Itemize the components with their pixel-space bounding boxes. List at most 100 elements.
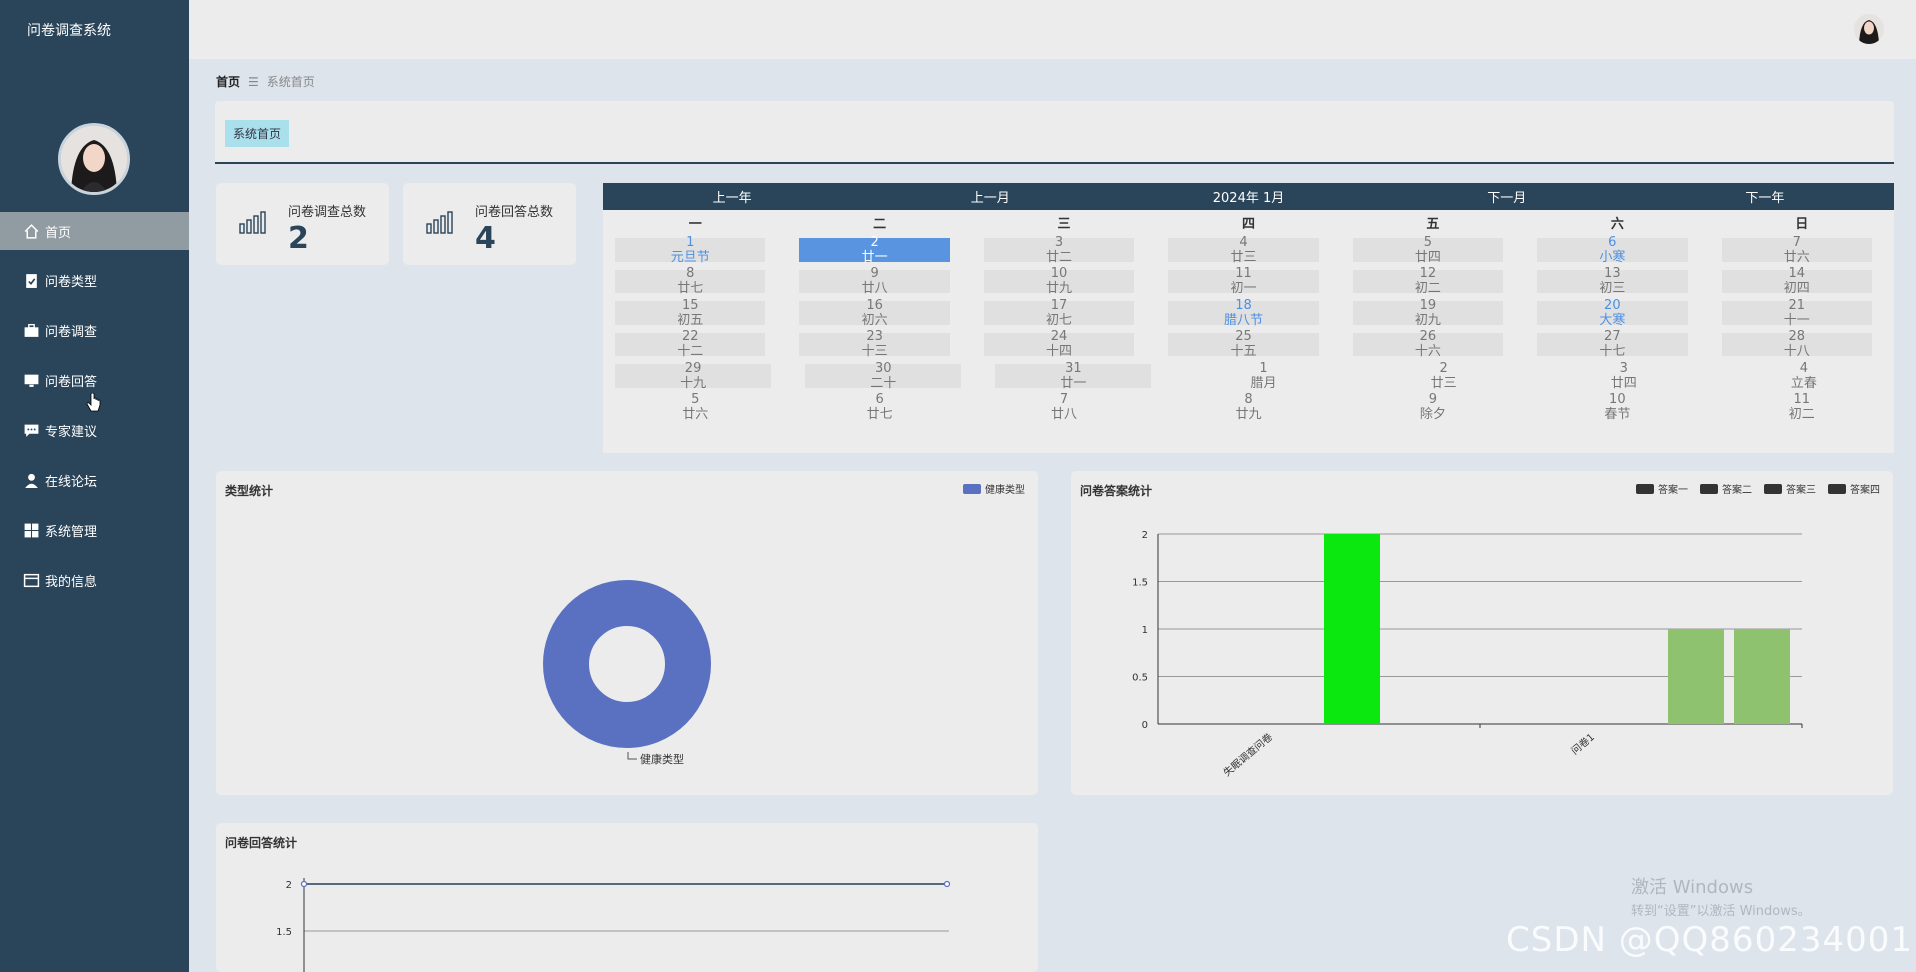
sidebar-item-home[interactable]: 首页	[0, 212, 189, 250]
breadcrumb-separator: ☰	[248, 74, 259, 89]
calendar-day[interactable]: 2 廿三	[1366, 360, 1522, 392]
calendar-day[interactable]: 8 廿九	[1168, 392, 1328, 424]
day-number: 28	[1788, 329, 1806, 345]
stat-card-answers: 问卷回答总数 4	[403, 183, 576, 265]
user-avatar[interactable]	[1854, 14, 1884, 44]
stat-label: 问卷调查总数	[288, 205, 367, 220]
calendar-day[interactable]: 7 廿八	[984, 392, 1144, 424]
bar	[1734, 629, 1790, 724]
day-number: 22	[681, 329, 699, 345]
y-tick-label: 1	[1142, 625, 1148, 636]
day-number: 29	[684, 360, 702, 376]
calendar-day[interactable]: 10 廿九	[983, 266, 1135, 296]
sidebar-item-system[interactable]: 系统管理	[0, 511, 189, 550]
lunar-label: 初七	[1046, 312, 1073, 328]
lunar-label: 小寒	[1599, 249, 1626, 265]
calendar-day[interactable]: 28 十八	[1721, 329, 1872, 360]
sidebar-item-label: 问卷调查	[45, 325, 98, 340]
calendar-day[interactable]: 16 初六	[799, 298, 950, 328]
calendar-day[interactable]: 1 元旦节	[615, 235, 766, 265]
calendar-day-today[interactable]: 2 廿一	[799, 235, 950, 265]
calendar-day[interactable]: 8 廿七	[615, 266, 766, 296]
calendar-day[interactable]: 30 二十	[805, 361, 962, 391]
sidebar-item-label: 专家建议	[45, 425, 98, 440]
breadcrumb-home[interactable]: 首页	[216, 73, 240, 90]
calendar-day[interactable]: 29 十九	[615, 360, 772, 391]
calendar-day[interactable]: 1 腊月	[1185, 360, 1341, 392]
lunar-label: 立春	[1790, 375, 1817, 391]
calendar-day[interactable]: 26 十六	[1352, 329, 1504, 359]
lunar-label: 廿一	[1060, 375, 1087, 391]
answer-stats-panel: 问卷答案统计 0 0.5 1 1.5 2 失眠调查问卷 问卷1 答案一 答案二 答案三 答案四	[1071, 471, 1893, 795]
calendar-day[interactable]: 24 十四	[983, 329, 1135, 359]
sidebar-item-expert[interactable]: 专家建议	[0, 411, 189, 450]
calendar-day[interactable]: 12 初二	[1352, 266, 1504, 296]
calendar-day[interactable]: 13 初三	[1537, 266, 1688, 296]
y-tick-label: 1.5	[1132, 578, 1148, 589]
calendar-day[interactable]: 27 十七	[1537, 329, 1688, 359]
calendar-day[interactable]: 10 春节	[1537, 392, 1697, 424]
sidebar-item-profile[interactable]: 我的信息	[0, 561, 189, 600]
page-tag[interactable]: 系统首页	[225, 120, 290, 147]
lunar-label: 十八	[1783, 344, 1810, 360]
calendar-day[interactable]: 4 立春	[1726, 360, 1882, 392]
next-month-button[interactable]: 下一月	[1378, 187, 1636, 206]
bar-chart-icon	[426, 211, 453, 234]
day-number: 4	[1799, 360, 1809, 376]
x-tick-label: 失眠调查问卷	[1221, 730, 1275, 779]
day-number: 3	[1619, 360, 1628, 376]
legend-label: 答案一	[1658, 483, 1688, 496]
csdn-watermark: CSDN @QQ860234001	[1506, 920, 1913, 960]
clipboard-icon	[23, 272, 40, 289]
legend-swatch	[1700, 484, 1718, 494]
calendar-title: 2024年 1月	[1212, 191, 1285, 206]
day-number: 11	[1793, 392, 1811, 408]
legend-swatch	[1636, 484, 1654, 494]
calendar-day[interactable]: 3 廿四	[1546, 360, 1702, 392]
sidebar-item-survey-type[interactable]: 问卷类型	[0, 261, 189, 300]
calendar-day[interactable]: 9 除夕	[1353, 392, 1513, 424]
calendar-day[interactable]: 14 初四	[1721, 266, 1872, 296]
calendar-day[interactable]: 11 初一	[1168, 266, 1319, 296]
calendar-row: 15 初五 16 初六 17 初七 18 腊八节 19 初九 20 大寒 21 十一	[603, 297, 1894, 329]
prev-year-button[interactable]: 上一年	[603, 187, 861, 206]
calendar-row: 22 十二 23 十三 24 十四 25 十五 26 十六 27 十七 28 十八	[603, 329, 1894, 361]
calendar-day[interactable]: 4 廿三	[1168, 235, 1319, 265]
lunar-label: 春节	[1604, 407, 1631, 423]
calendar-day[interactable]: 7 廿六	[1721, 235, 1872, 265]
prev-month-button[interactable]: 上一月	[861, 187, 1119, 206]
calendar-day[interactable]: 9 廿八	[799, 266, 950, 296]
calendar-day[interactable]: 6 小寒	[1537, 235, 1688, 265]
calendar-day[interactable]: 21 十一	[1721, 297, 1872, 328]
type-stats-panel: 类型统计 健康类型 健康类型	[216, 471, 1038, 795]
day-number: 25	[1235, 329, 1252, 345]
lunar-label: 廿六	[1783, 249, 1810, 265]
avatar[interactable]	[58, 123, 130, 195]
calendar-day[interactable]: 11 初二	[1722, 392, 1882, 424]
sidebar-item-forum[interactable]: 在线论坛	[0, 461, 189, 500]
calendar-day[interactable]: 22 十二	[615, 329, 766, 360]
calendar-day[interactable]: 23 十三	[799, 329, 950, 359]
legend-swatch	[1828, 484, 1846, 494]
calendar-day[interactable]: 18 腊八节	[1168, 298, 1319, 328]
lunar-label: 初六	[861, 312, 888, 328]
day-number: 21	[1788, 297, 1806, 313]
calendar-day[interactable]: 5 廿四	[1352, 235, 1504, 265]
calendar-day[interactable]: 5 廿六	[615, 392, 775, 424]
calendar-day[interactable]: 15 初五	[615, 298, 766, 328]
lunar-label: 廿四	[1414, 249, 1441, 265]
lunar-label: 元旦节	[670, 249, 710, 265]
calendar-day[interactable]: 3 廿二	[983, 235, 1135, 265]
calendar: 上一年 上一月 2024年 1月 下一月 下一年 一 二 三 四 五 六 日 1…	[603, 183, 1894, 453]
stat-value: 4	[475, 221, 496, 256]
bar	[1668, 629, 1724, 724]
calendar-day[interactable]: 31 廿一	[995, 361, 1152, 391]
next-year-button[interactable]: 下一年	[1636, 187, 1894, 206]
lunar-label: 十二	[677, 344, 704, 360]
calendar-day[interactable]: 25 十五	[1168, 329, 1319, 359]
sidebar-item-survey[interactable]: 问卷调查	[0, 311, 189, 350]
calendar-day[interactable]: 6 廿七	[799, 392, 959, 424]
calendar-day[interactable]: 17 初七	[983, 298, 1135, 328]
calendar-day[interactable]: 20 大寒	[1537, 298, 1688, 328]
calendar-day[interactable]: 19 初九	[1352, 298, 1504, 328]
